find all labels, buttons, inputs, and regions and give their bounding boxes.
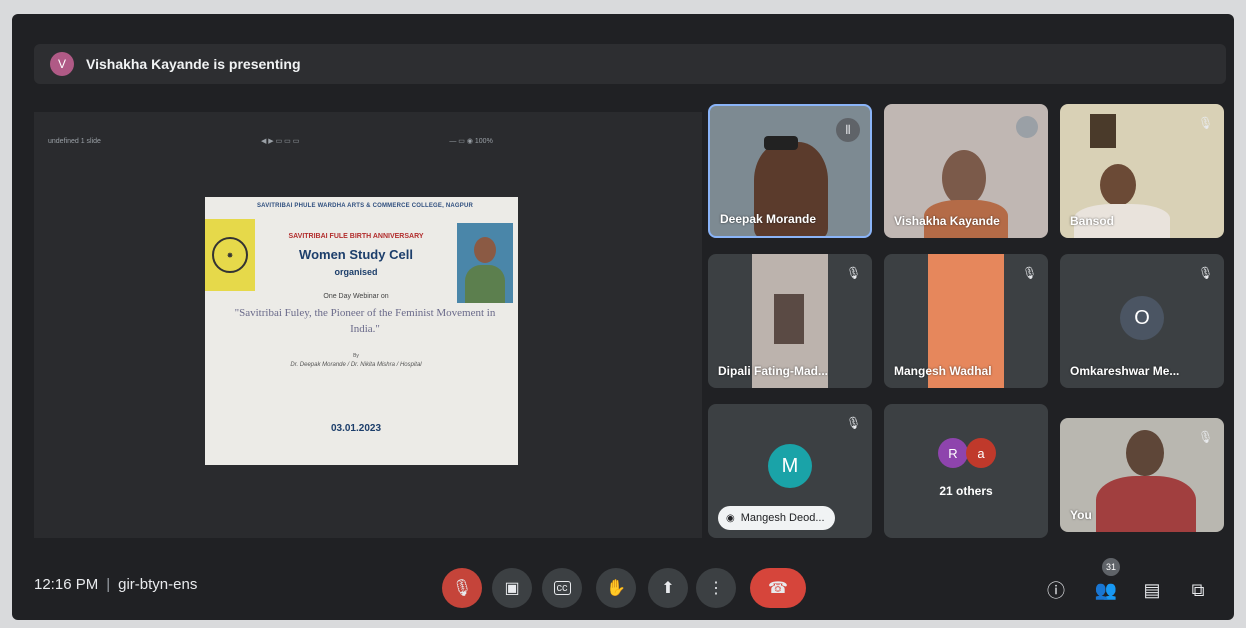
present-button[interactable]: ⬆ <box>648 568 688 608</box>
participant-tile[interactable]: Vishakha Kayande <box>884 104 1048 238</box>
slide-webinar: One Day Webinar on <box>323 293 389 300</box>
participant-name: Mangesh Wadhal <box>894 364 992 378</box>
mic-off-icon: 🎙 <box>1022 266 1038 280</box>
mic-off-icon: 🎙 <box>1198 116 1214 130</box>
participant-tile[interactable]: M 🎙 ◉ Mangesh Deod... <box>708 404 872 538</box>
presenter-text: Vishakha Kayande is presenting <box>86 56 301 72</box>
slide-speakers: Dr. Deepak Morande / Dr. Nikita Mishra /… <box>290 362 422 368</box>
slide-toolbar-middle: ◀ ▶ ▭ ▭ ▭ <box>260 138 300 145</box>
others-avatar-1: R <box>938 438 968 468</box>
slide-college-header: SAVITRIBAI PHULE WARDHA ARTS & COMMERCE … <box>256 203 474 209</box>
speaking-indicator-icon <box>1016 116 1038 138</box>
others-count-label: 21 others <box>939 484 993 498</box>
college-logo: ✸ <box>205 219 255 291</box>
others-tile[interactable]: R a 21 others <box>884 404 1048 538</box>
captions-button[interactable]: cc <box>542 568 582 608</box>
leave-call-button[interactable]: ☎ <box>750 568 806 608</box>
meeting-details-button[interactable]: ⓘ <box>1042 576 1070 604</box>
slide-toolbar: undefined 1 slide ◀ ▶ ▭ ▭ ▭ — ▭ ◉ 100% <box>34 134 702 148</box>
participant-name: You <box>1070 508 1092 522</box>
mic-off-icon: 🎙 <box>846 266 862 280</box>
participant-avatar: O <box>1120 296 1164 340</box>
meet-window: V Vishakha Kayande is presenting undefin… <box>12 14 1234 620</box>
mic-off-icon: 🎙 <box>451 580 473 597</box>
slide-organised: organised <box>334 267 378 277</box>
camera-icon: ▣ <box>504 580 520 597</box>
participant-name: Mangesh Deod... <box>740 512 825 524</box>
participant-tile[interactable]: 🎙 Dipali Fating-Mad... <box>708 254 872 388</box>
savitribai-portrait <box>457 223 513 303</box>
mic-off-icon: 🎙 <box>846 416 862 430</box>
participant-name: Dipali Fating-Mad... <box>718 364 828 378</box>
slide-by: By <box>353 353 359 359</box>
more-options-button[interactable]: ⋮ <box>696 568 736 608</box>
chat-icon: ▤ <box>1143 579 1161 600</box>
people-icon: 👥 <box>1094 579 1118 600</box>
activities-icon: ⧉ <box>1191 579 1205 600</box>
present-icon: ⬆ <box>661 580 675 597</box>
camera-toggle-button[interactable]: ▣ <box>492 568 532 608</box>
participant-tile[interactable]: 🎙 Bansod <box>1060 104 1224 238</box>
participant-name-pill: ◉ Mangesh Deod... <box>718 506 835 530</box>
hand-icon: ✋ <box>606 580 626 597</box>
meeting-code: gir-btyn-ens <box>118 576 198 593</box>
seal-icon: ✸ <box>212 237 248 273</box>
slide-cell-title: Women Study Cell <box>299 247 413 262</box>
bottom-control-bar: 12:16 PM | gir-btyn-ens 🎙 ▣ cc ✋ ⬆ ⋮ ☎ ⓘ 👥… <box>12 554 1234 620</box>
slide-toolbar-left: undefined 1 slide <box>48 137 101 145</box>
captions-icon: cc <box>553 581 571 595</box>
slide-anniversary: SAVITRIBAI FULE BIRTH ANNIVERSARY <box>288 233 424 240</box>
others-avatar-2: a <box>966 438 996 468</box>
activities-button[interactable]: ⧉ <box>1184 576 1212 604</box>
chat-button[interactable]: ▤ <box>1138 576 1166 604</box>
participant-name: Omkareshwar Me... <box>1070 364 1180 378</box>
participant-name: Vishakha Kayande <box>894 214 1000 228</box>
slide-topic: "Savitribai Fuley, the Pioneer of the Fe… <box>234 307 496 335</box>
self-tile[interactable]: 🎙 You <box>1060 418 1224 532</box>
slide-date: 03.01.2023 <box>330 423 382 434</box>
participant-tile[interactable]: 🎙 Mangesh Wadhal <box>884 254 1048 388</box>
separator: | <box>106 576 111 593</box>
meeting-info: 12:16 PM | gir-btyn-ens <box>34 576 197 593</box>
participant-tile[interactable]: ⦀ Deepak Morande <box>708 104 872 238</box>
mic-off-icon: 🎙 <box>1198 266 1214 280</box>
participant-name: Bansod <box>1070 214 1115 228</box>
presenter-bar: V Vishakha Kayande is presenting <box>34 44 1226 84</box>
mic-toggle-button[interactable]: 🎙 <box>442 568 482 608</box>
people-button[interactable]: 👥 <box>1092 576 1120 604</box>
hangup-icon: ☎ <box>768 580 788 597</box>
participant-tile[interactable]: O 🎙 Omkareshwar Me... <box>1060 254 1224 388</box>
info-icon: ⓘ <box>1047 581 1065 601</box>
slide-toolbar-right: — ▭ ◉ 100% <box>449 138 493 145</box>
more-vert-icon: ⋮ <box>708 580 724 597</box>
presented-slide: SAVITRIBAI PHULE WARDHA ARTS & COMMERCE … <box>205 197 518 465</box>
presenter-avatar: V <box>50 52 74 76</box>
clock-time: 12:16 PM <box>34 576 99 593</box>
mic-off-icon: 🎙 <box>1198 430 1214 444</box>
speaker-icon: ◉ <box>726 512 735 524</box>
participant-avatar: M <box>768 444 812 488</box>
participant-count-badge: 31 <box>1102 558 1120 576</box>
speaking-indicator-icon: ⦀ <box>836 118 860 142</box>
participant-name: Deepak Morande <box>720 212 817 226</box>
raise-hand-button[interactable]: ✋ <box>596 568 636 608</box>
presentation-area[interactable]: undefined 1 slide ◀ ▶ ▭ ▭ ▭ — ▭ ◉ 100% S… <box>34 112 702 538</box>
